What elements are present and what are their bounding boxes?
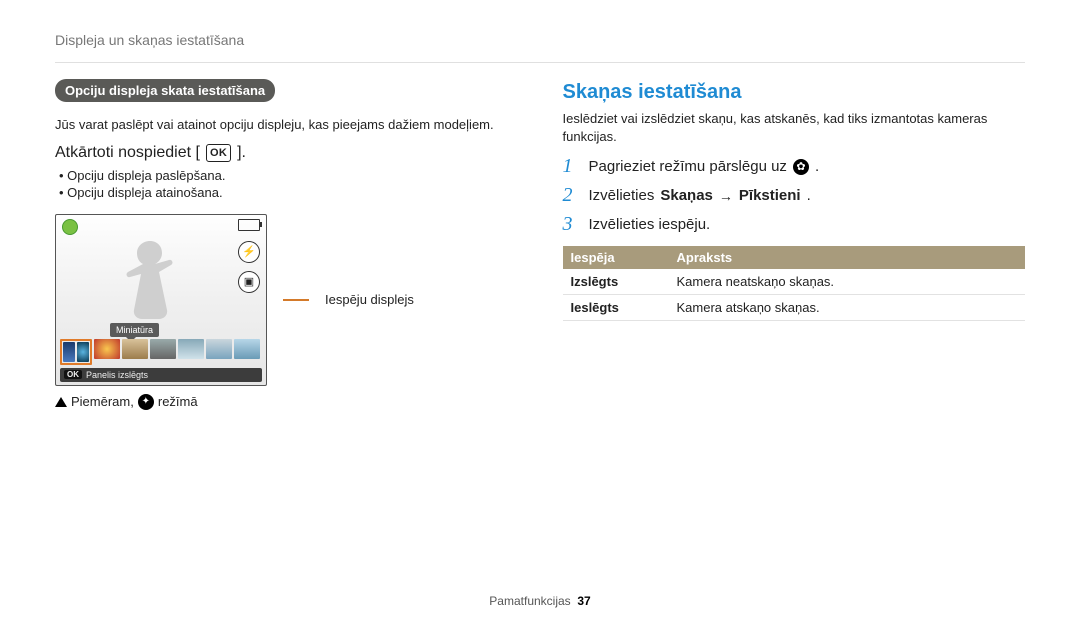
section-pill: Opciju displeja skata iestatīšana bbox=[55, 79, 275, 102]
bullet-item: Opciju displeja atainošana. bbox=[59, 185, 518, 200]
page-footer: Pamatfunkcijas 37 bbox=[0, 594, 1080, 608]
screen-topbar bbox=[62, 219, 260, 235]
sound-settings-heading: Skaņas iestatīšana bbox=[563, 81, 1026, 104]
columns: Opciju displeja skata iestatīšana Jūs va… bbox=[55, 79, 1025, 410]
single-shot-icon: ▣ bbox=[238, 271, 260, 293]
step-3: 3 Izvēlieties iespēju. bbox=[563, 213, 1026, 236]
step-post: . bbox=[807, 187, 811, 204]
cell-desc: Kamera atskaņo skaņas. bbox=[669, 295, 1026, 321]
page: Displeja un skaņas iestatīšana Opciju di… bbox=[0, 0, 1080, 630]
thumbnail bbox=[150, 339, 176, 359]
step-text: Izvēlieties bbox=[589, 187, 655, 204]
thumbnail bbox=[63, 342, 75, 362]
thumbnail bbox=[234, 339, 260, 359]
table-header-desc: Apraksts bbox=[669, 246, 1026, 269]
example-line: Piemēram, ✦ režīmā bbox=[55, 394, 518, 410]
step-text: Izvēlieties iespēju. bbox=[589, 216, 711, 233]
example-pre: Piemēram, bbox=[71, 394, 134, 409]
press-ok-line: Atkārtoti nospiediet [ OK ]. bbox=[55, 144, 518, 162]
step-post: . bbox=[815, 158, 819, 175]
step-number: 2 bbox=[563, 184, 583, 207]
step-text: Pagrieziet režīmu pārslēgu uz bbox=[589, 158, 787, 175]
step-number: 1 bbox=[563, 155, 583, 178]
camera-mode-icon: ✦ bbox=[138, 394, 154, 410]
cell-option: Izslēgts bbox=[563, 269, 669, 295]
miniatura-tooltip: Miniatūra bbox=[110, 323, 159, 337]
screen-footer: OK Panelis izslēgts bbox=[60, 368, 262, 382]
page-number: 37 bbox=[577, 594, 590, 608]
thumbnail-strip bbox=[60, 339, 262, 365]
gear-icon: ✿ bbox=[793, 159, 809, 175]
callout-label: Iespēju displejs bbox=[325, 292, 414, 307]
mode-dot-icon bbox=[62, 219, 78, 235]
table-row: Ieslēgts Kamera atskaņo skaņas. bbox=[563, 295, 1026, 321]
thumbnail bbox=[94, 339, 120, 359]
flash-icon: ⚡ bbox=[238, 241, 260, 263]
thumbnail bbox=[77, 342, 89, 362]
thumbnail bbox=[122, 339, 148, 359]
thumbnail-selection bbox=[60, 339, 92, 365]
footer-label: Pamatfunkcijas bbox=[489, 594, 570, 608]
arrow-icon: → bbox=[719, 188, 733, 204]
screen-mock-row: ⚡ ▣ Miniatūra bbox=[55, 214, 518, 386]
options-table: Iespēja Apraksts Izslēgts Kamera neatska… bbox=[563, 246, 1026, 321]
camera-screen-mock: ⚡ ▣ Miniatūra bbox=[55, 214, 267, 386]
left-intro: Jūs varat paslēpt vai atainot opciju dis… bbox=[55, 116, 518, 134]
thumbnail bbox=[178, 339, 204, 359]
screen-right-icons: ⚡ ▣ bbox=[238, 241, 260, 293]
example-post: režīmā bbox=[158, 394, 198, 409]
step-number: 3 bbox=[563, 213, 583, 236]
up-triangle-icon bbox=[55, 397, 67, 407]
press-pre: Atkārtoti nospiediet [ bbox=[55, 144, 200, 162]
callout-line bbox=[283, 299, 309, 301]
press-post: ]. bbox=[237, 144, 246, 162]
breadcrumb: Displeja un skaņas iestatīšana bbox=[55, 32, 1025, 48]
bullet-list: Opciju displeja paslēpšana. Opciju displ… bbox=[59, 168, 518, 200]
person-silhouette bbox=[102, 235, 202, 325]
step-2: 2 Izvēlieties Skaņas → Pīkstieni . bbox=[563, 184, 1026, 207]
divider bbox=[55, 62, 1025, 63]
step-1: 1 Pagrieziet režīmu pārslēgu uz ✿ . bbox=[563, 155, 1026, 178]
step-bold: Skaņas bbox=[660, 187, 713, 204]
cell-option: Ieslēgts bbox=[563, 295, 669, 321]
battery-icon bbox=[238, 219, 260, 231]
table-row: Izslēgts Kamera neatskaņo skaņas. bbox=[563, 269, 1026, 295]
screen-footer-text: Panelis izslēgts bbox=[86, 370, 148, 380]
left-column: Opciju displeja skata iestatīšana Jūs va… bbox=[55, 79, 518, 410]
table-header-option: Iespēja bbox=[563, 246, 669, 269]
step-bold: Pīkstieni bbox=[739, 187, 801, 204]
bullet-item: Opciju displeja paslēpšana. bbox=[59, 168, 518, 183]
right-intro: Ieslēdziet vai izslēdziet skaņu, kas ats… bbox=[563, 110, 1026, 145]
right-column: Skaņas iestatīšana Ieslēdziet vai izslēd… bbox=[563, 79, 1026, 410]
cell-desc: Kamera neatskaņo skaņas. bbox=[669, 269, 1026, 295]
thumbnail bbox=[206, 339, 232, 359]
ok-mini-icon: OK bbox=[64, 370, 82, 379]
ok-key-icon: OK bbox=[206, 144, 231, 162]
